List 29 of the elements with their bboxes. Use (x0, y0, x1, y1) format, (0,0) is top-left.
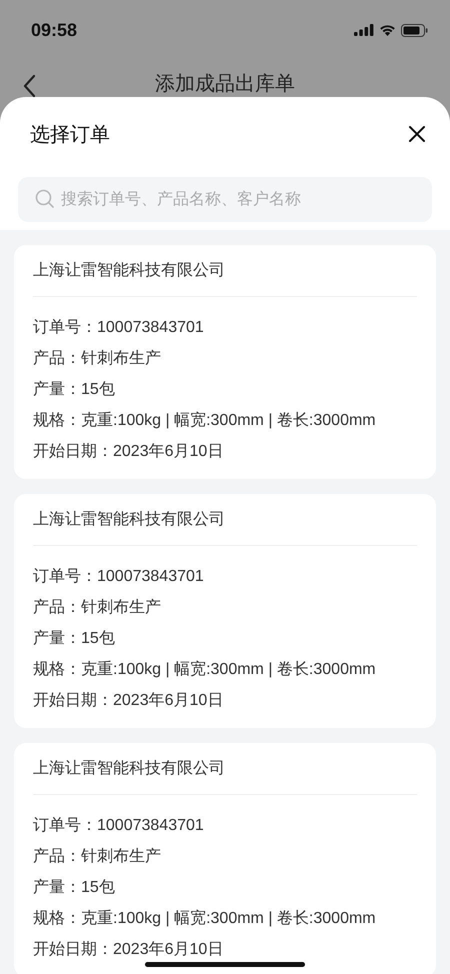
order-detail: 产品：针刺布生产 (33, 348, 161, 369)
wifi-icon (379, 24, 396, 36)
battery-icon (401, 24, 428, 36)
sheet-title: 选择订单 (30, 122, 110, 148)
order-detail: 开始日期：2023年6月10日 (33, 940, 224, 960)
signal-icon (354, 24, 374, 36)
order-card[interactable]: 上海让雷智能科技有限公司 订单号：100073843701 产品：针刺布生产 产量：15包 规格：克重:100kg | 幅宽:300mm | 卷长:3000mm 开始日期：2023年6月10日 (14, 245, 436, 479)
close-button[interactable] (408, 125, 426, 143)
order-detail: 规格：克重:100kg | 幅宽:300mm | 卷长:3000mm (33, 410, 376, 431)
order-card[interactable]: 上海让雷智能科技有限公司 订单号：100073843701 产品：针刺布生产 产量：15包 规格：克重:100kg | 幅宽:300mm | 卷长:3000mm 开始日期：2023年6月10日 (14, 743, 436, 974)
status-time: 09:58 (31, 20, 78, 40)
order-detail: 订单号：100073843701 (33, 816, 204, 836)
order-detail: 订单号：100073843701 (33, 318, 204, 338)
customer-name: 上海让雷智能科技有限公司 (33, 758, 226, 779)
customer-name: 上海让雷智能科技有限公司 (33, 510, 226, 530)
order-detail: 产量：15包 (33, 628, 115, 649)
order-detail: 规格：克重:100kg | 幅宽:300mm | 卷长:3000mm (33, 660, 376, 680)
page-title: 添加成品出库单 (155, 72, 295, 97)
order-card[interactable]: 上海让雷智能科技有限公司 订单号：100073843701 产品：针刺布生产 产量：15包 规格：克重:100kg | 幅宽:300mm | 卷长:3000mm 开始日期：2023年6月10日 (14, 494, 436, 728)
order-detail: 产品：针刺布生产 (33, 598, 161, 618)
order-detail: 产品：针刺布生产 (33, 846, 161, 867)
order-detail: 产量：15包 (33, 878, 115, 898)
order-detail: 产量：15包 (33, 380, 115, 400)
order-detail: 规格：克重:100kg | 幅宽:300mm | 卷长:3000mm (33, 908, 376, 929)
order-detail: 开始日期：2023年6月10日 (33, 691, 224, 711)
order-detail: 开始日期：2023年6月10日 (33, 442, 224, 462)
order-detail: 订单号：100073843701 (33, 567, 204, 587)
customer-name: 上海让雷智能科技有限公司 (33, 260, 226, 281)
search-field[interactable]: 搜索订单号、产品名称、客户名称 (18, 177, 432, 222)
